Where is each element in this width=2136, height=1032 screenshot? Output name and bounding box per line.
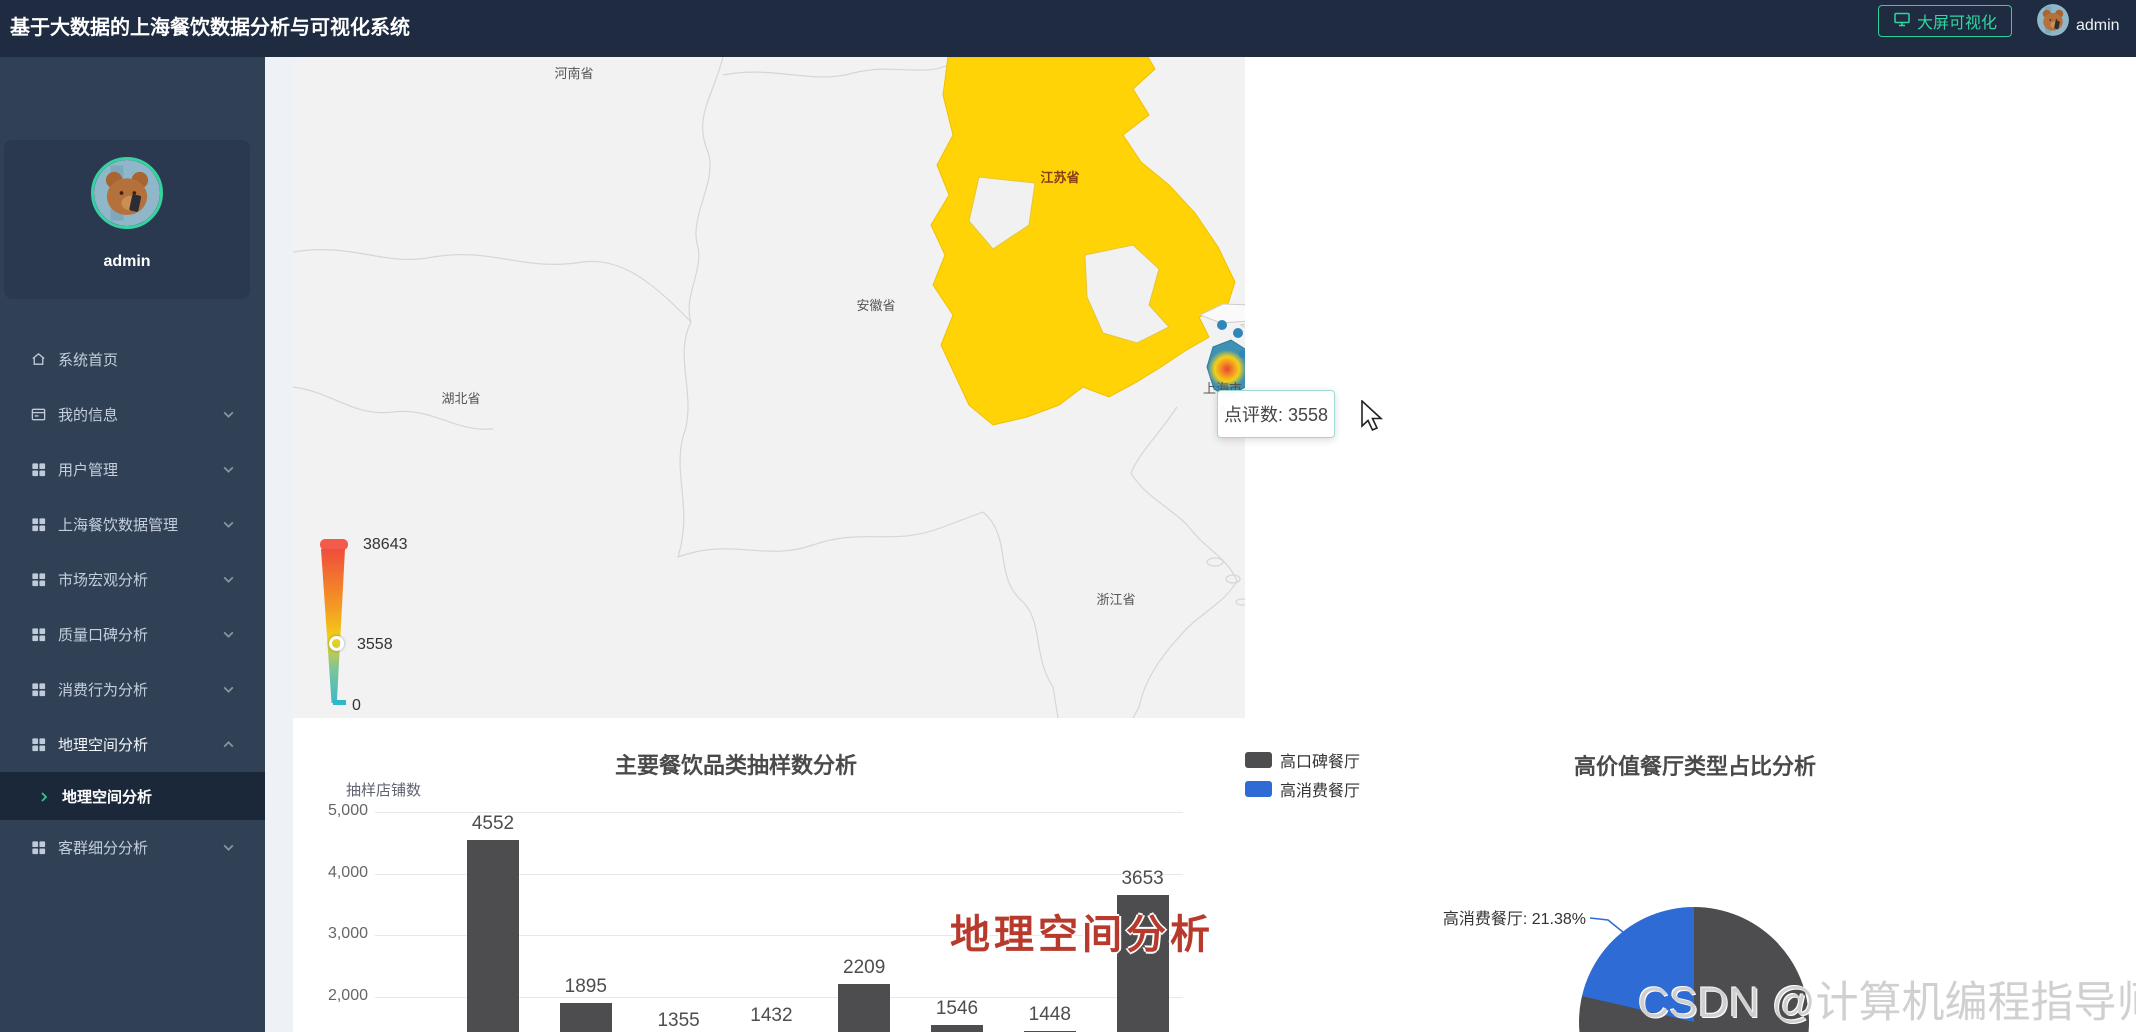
grid-icon — [30, 736, 47, 753]
y-tick-label: 5,000 — [290, 802, 368, 820]
y-tick-label: 4,000 — [290, 864, 368, 882]
pie-label-line — [1588, 910, 1648, 950]
sidebar-item-0[interactable]: 系统首页 — [0, 332, 265, 387]
bar[interactable] — [838, 984, 890, 1032]
bar-value-label: 1432 — [731, 1005, 811, 1027]
sidebar-item-4[interactable]: 市场宏观分析 — [0, 552, 265, 607]
bar[interactable] — [560, 1003, 612, 1032]
mouse-cursor — [1360, 400, 1384, 434]
bar-chart-title: 主要餐饮品类抽样数分析 — [436, 748, 1036, 780]
legend-label: 高口碑餐厅 — [1280, 748, 1360, 772]
chevron-down-icon — [222, 628, 235, 641]
bar-value-label: 4552 — [453, 813, 533, 835]
sidebar-item-label: 客群细分分析 — [58, 837, 148, 858]
province-label: 湖北省 — [441, 391, 480, 406]
province-jiangsu[interactable] — [931, 57, 1235, 425]
bar-value-label: 1546 — [917, 998, 997, 1020]
home-icon — [30, 351, 47, 368]
header-bar: 基于大数据的上海餐饮数据分析与可视化系统 大屏可视化 admin — [0, 0, 2136, 57]
sidebar-item-label: 地理空间分析 — [58, 734, 148, 755]
sidebar-subitem-label: 地理空间分析 — [62, 786, 152, 807]
legend-item[interactable]: 高口碑餐厅 — [1245, 749, 1360, 771]
y-axis-name: 抽样店铺数 — [346, 779, 421, 800]
chevron-right-icon — [38, 790, 50, 802]
content-gap — [265, 57, 293, 1032]
pie-slice-label: 高消费餐厅: 21.38% — [1436, 905, 1586, 929]
chevron-down-icon — [222, 573, 235, 586]
y-tick-label: 2,000 — [290, 987, 368, 1005]
province-label: 安徽省 — [856, 298, 895, 313]
sidebar-username: admin — [4, 253, 250, 271]
bar-value-label: 1448 — [1010, 1004, 1090, 1026]
visualmap-handle-bottom[interactable] — [333, 700, 346, 705]
y-tick-label: 3,000 — [290, 925, 368, 943]
sidebar-item-label: 质量口碑分析 — [58, 624, 148, 645]
bar-value-label: 2209 — [824, 957, 904, 979]
sidebar-item-8[interactable]: 客群细分分析 — [0, 820, 265, 875]
app-title: 基于大数据的上海餐饮数据分析与可视化系统 — [10, 11, 410, 40]
big-screen-button-label: 大屏可视化 — [1917, 9, 1997, 33]
red-watermark: 地理空间分析 — [950, 902, 1214, 960]
avatar[interactable] — [2037, 4, 2069, 36]
bar-value-label: 3653 — [1103, 868, 1183, 890]
map-tooltip: 点评数: 3558 — [1217, 390, 1335, 438]
geo-map[interactable]: 河南省 江苏省 安徽省 湖北省 浙江省 上海市 — [293, 57, 1245, 718]
bar[interactable] — [467, 840, 519, 1032]
bar[interactable] — [931, 1025, 983, 1032]
chart-legend: 高口碑餐厅高消费餐厅 — [1245, 749, 1360, 800]
sidebar-item-label: 消费行为分析 — [58, 679, 148, 700]
grid-icon — [30, 571, 47, 588]
chevron-down-icon — [222, 518, 235, 531]
province-label: 江苏省 — [1040, 170, 1079, 185]
sidebar: admin 系统首页我的信息用户管理上海餐饮数据管理市场宏观分析质量口碑分析消费… — [0, 57, 265, 1032]
legend-swatch — [1245, 752, 1272, 768]
sidebar-item-label: 市场宏观分析 — [58, 569, 148, 590]
visualmap-indicator — [329, 636, 344, 651]
legend-label: 高消费餐厅 — [1280, 777, 1360, 801]
chevron-down-icon — [222, 683, 235, 696]
sidebar-item-label: 用户管理 — [58, 459, 118, 480]
grid-icon — [30, 516, 47, 533]
province-label: 浙江省 — [1096, 592, 1135, 607]
bar-value-label: 1355 — [639, 1010, 719, 1032]
header-username[interactable]: admin — [2076, 17, 2120, 35]
sidebar-item-2[interactable]: 用户管理 — [0, 442, 265, 497]
sidebar-subitem-active[interactable]: 地理空间分析 — [0, 772, 265, 820]
visualmap-handle-top[interactable] — [320, 539, 348, 550]
screen-icon — [1893, 10, 1911, 33]
pie-chart-title: 高价值餐厅类型占比分析 — [1495, 749, 1895, 781]
grid-icon — [30, 461, 47, 478]
chevron-down-icon — [222, 408, 235, 421]
app-screen: 基于大数据的上海餐饮数据分析与可视化系统 大屏可视化 admin admin 系… — [0, 0, 2136, 1032]
grid-icon — [30, 839, 47, 856]
visualmap-min: 0 — [352, 697, 361, 715]
avatar — [91, 157, 163, 229]
sidebar-item-1[interactable]: 我的信息 — [0, 387, 265, 442]
legend-item[interactable]: 高消费餐厅 — [1245, 778, 1360, 800]
card-icon — [30, 406, 47, 423]
sidebar-item-6[interactable]: 消费行为分析 — [0, 662, 265, 717]
chevron-down-icon — [222, 841, 235, 854]
csdn-watermark: CSDN @计算机编程指导师 — [1638, 968, 2136, 1030]
sidebar-item-3[interactable]: 上海餐饮数据管理 — [0, 497, 265, 552]
visualmap-current: 3558 — [357, 636, 393, 654]
chevron-down-icon — [222, 463, 235, 476]
province-label: 河南省 — [554, 66, 593, 81]
grid-icon — [30, 626, 47, 643]
sidebar-menu: 系统首页我的信息用户管理上海餐饮数据管理市场宏观分析质量口碑分析消费行为分析地理… — [0, 332, 265, 875]
grid-icon — [30, 681, 47, 698]
sidebar-item-7[interactable]: 地理空间分析 — [0, 717, 265, 772]
visualmap-max: 38643 — [363, 536, 408, 554]
sidebar-item-label: 我的信息 — [58, 404, 118, 425]
sidebar-item-label: 系统首页 — [58, 349, 118, 370]
chevron-up-icon — [222, 738, 235, 751]
sidebar-item-5[interactable]: 质量口碑分析 — [0, 607, 265, 662]
sidebar-item-label: 上海餐饮数据管理 — [58, 514, 178, 535]
legend-swatch — [1245, 781, 1272, 797]
big-screen-button[interactable]: 大屏可视化 — [1878, 5, 2012, 37]
bar-value-label: 1895 — [546, 976, 626, 998]
